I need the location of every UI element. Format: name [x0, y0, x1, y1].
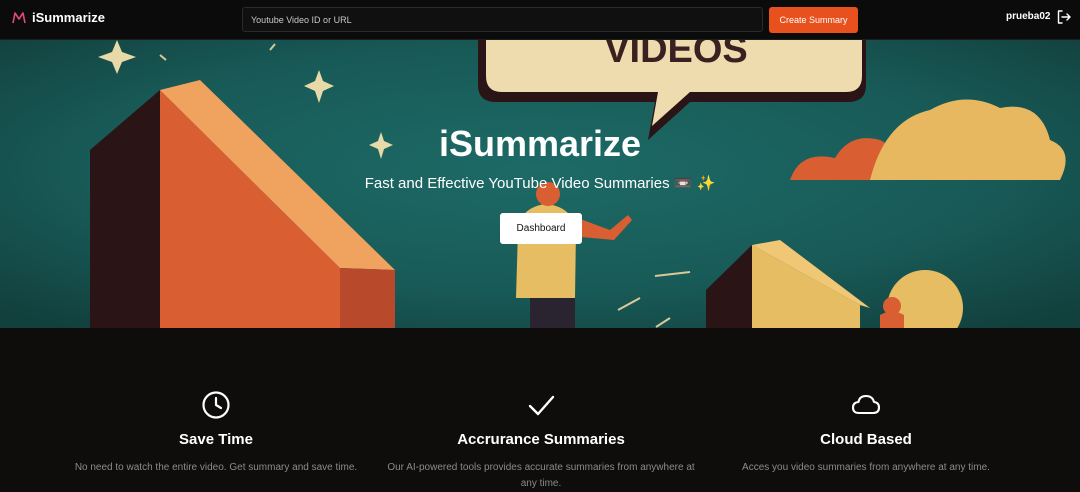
hero-subtitle: Fast and Effective YouTube Video Summari…: [364, 175, 716, 192]
cloud-icon: [851, 394, 881, 415]
feature-description: Acces you video summaries from anywhere …: [742, 462, 990, 473]
hero-banner: VIDEOS iSummarize Fast and Effective You…: [0, 40, 1080, 328]
logout-icon[interactable]: [1056, 9, 1072, 25]
brand[interactable]: iSummarize: [12, 10, 105, 25]
check-icon: [528, 395, 555, 416]
bubble-text: VIDEOS: [604, 40, 748, 71]
logo-icon: [12, 11, 26, 23]
feature-cloud-based: Cloud Based Acces you video summaries fr…: [716, 390, 1016, 476]
dashboard-button[interactable]: Dashboard: [500, 213, 582, 244]
navbar: iSummarize Create Summary prueba02: [0, 0, 1080, 40]
username: prueba02: [1006, 11, 1051, 22]
feature-description: Our AI-powered tools provides accurate s…: [387, 462, 695, 489]
feature-title: Accrurance Summaries: [457, 431, 625, 448]
brand-name: iSummarize: [32, 10, 105, 25]
feature-title: Cloud Based: [820, 431, 912, 448]
feature-title: Save Time: [179, 431, 253, 448]
feature-accurate-summaries: Accrurance Summaries Our AI-powered tool…: [386, 390, 696, 492]
create-summary-button[interactable]: Create Summary: [769, 7, 858, 33]
hero-title: iSummarize: [438, 123, 642, 164]
search-input[interactable]: [242, 7, 763, 32]
clock-icon: [202, 391, 230, 419]
feature-description: No need to watch the entire video. Get s…: [74, 462, 358, 473]
feature-save-time: Save Time No need to watch the entire vi…: [66, 390, 366, 476]
